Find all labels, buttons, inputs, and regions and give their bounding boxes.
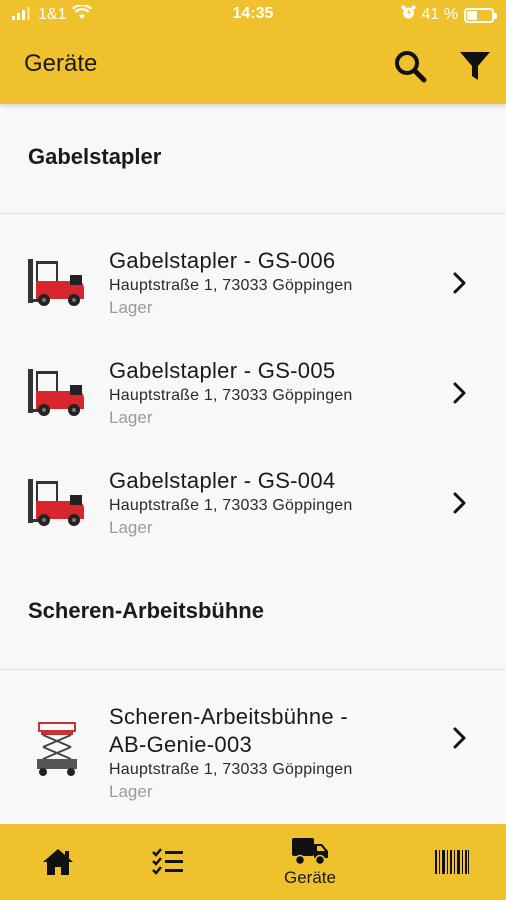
item-address: Hauptstraße 1, 73033 Göppingen [109,497,353,514]
scissor-lift-image [26,718,88,780]
section-header-scheren-arbeitsbuehne: Scheren-Arbeitsbühne [0,560,506,670]
item-address: Hauptstraße 1, 73033 Göppingen [109,277,353,294]
item-title: Gabelstapler - GS-005 [109,358,336,383]
nav-home[interactable] [30,824,86,900]
chevron-right-icon [453,492,466,514]
chevron-right-icon [453,727,466,749]
status-bar: 1&1 14:35 41 % [0,0,506,30]
bottom-nav: Geräte [0,824,506,900]
list-item-ab-genie-003[interactable]: Scheren-Arbeitsbühne - AB-Genie-003 Haup… [0,690,506,801]
item-location: Lager [109,782,153,801]
home-icon [43,849,73,875]
section-title: Gabelstapler [28,144,162,169]
truck-icon [292,838,328,866]
section-title: Scheren-Arbeitsbühne [28,598,264,623]
forklift-image [26,250,88,312]
page-title: Geräte [24,50,98,77]
item-title-line2: AB-Genie-003 [109,732,253,757]
item-location: Lager [109,298,153,317]
forklift-image [26,470,88,532]
status-right: 41 % [401,5,497,25]
app-header: 1&1 14:35 41 % Geräte [0,0,506,104]
section-header-gabelstapler: Gabelstapler [0,104,506,214]
chevron-right-icon [453,382,466,404]
battery-percent: 41 % [421,6,458,23]
checklist-icon [152,848,183,875]
search-button[interactable] [390,46,430,86]
battery-icon [464,7,497,23]
filter-icon [460,52,490,80]
alarm-icon [401,5,416,25]
chevron-right-icon [453,272,466,294]
nav-barcode[interactable] [424,824,480,900]
item-location: Lager [109,408,153,427]
barcode-icon [435,850,469,874]
item-address: Hauptstraße 1, 73033 Göppingen [109,761,353,778]
list-item-gs-005[interactable]: Gabelstapler - GS-005 Hauptstraße 1, 730… [0,336,506,446]
list-item-gs-004[interactable]: Gabelstapler - GS-004 Hauptstraße 1, 730… [0,446,506,556]
battery-fill [467,10,477,20]
nav-checklist[interactable] [140,824,196,900]
item-title-line1: Scheren-Arbeitsbühne - [109,704,348,729]
nav-geraete[interactable]: Geräte [274,824,346,900]
item-location: Lager [109,518,153,537]
item-address: Hauptstraße 1, 73033 Göppingen [109,387,353,404]
search-icon [395,51,427,83]
forklift-image [26,360,88,422]
list-item-gs-006[interactable]: Gabelstapler - GS-006 Hauptstraße 1, 730… [0,226,506,336]
nav-label: Geräte [284,868,336,887]
item-title: Gabelstapler - GS-004 [109,468,336,493]
item-title: Gabelstapler - GS-006 [109,248,336,273]
filter-button[interactable] [455,46,495,86]
